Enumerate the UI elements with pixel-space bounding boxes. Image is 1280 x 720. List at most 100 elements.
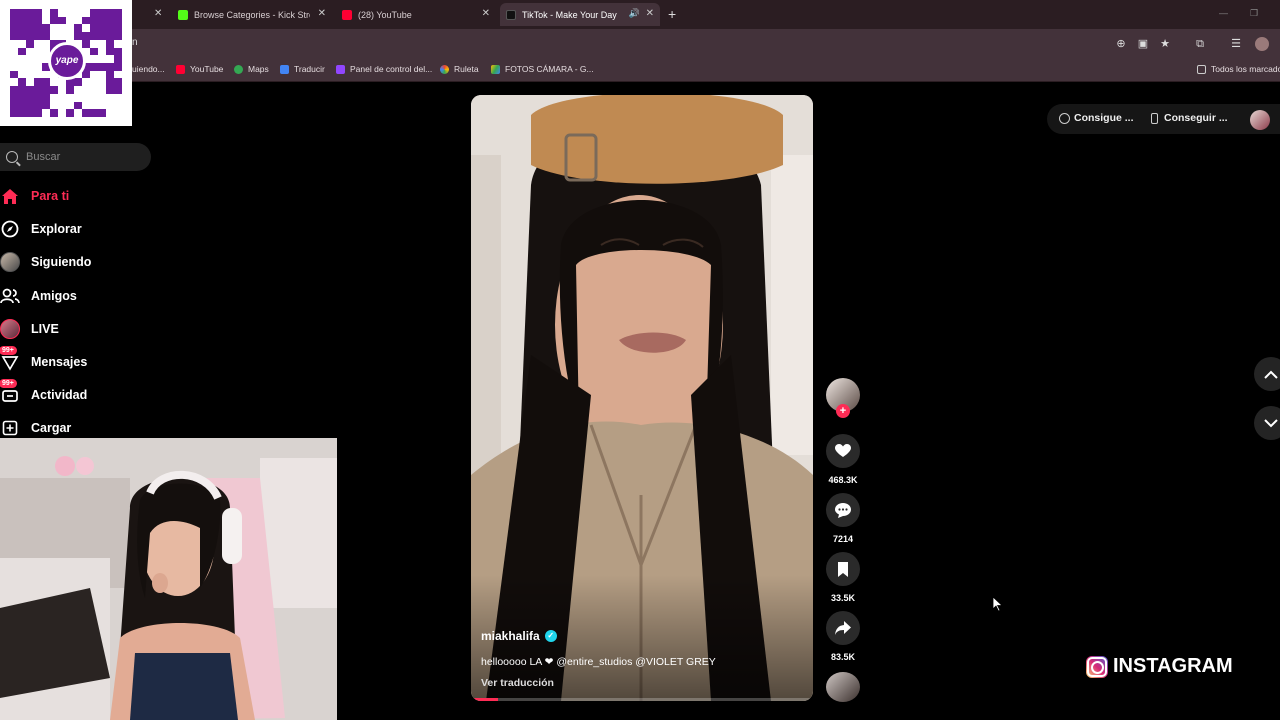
twitch-icon bbox=[336, 64, 345, 74]
qr-module bbox=[90, 86, 98, 94]
heart-icon[interactable] bbox=[826, 434, 860, 468]
tab-close-button[interactable]: ✕ bbox=[154, 8, 162, 19]
qr-module bbox=[106, 101, 114, 110]
search-input[interactable] bbox=[26, 151, 136, 163]
profile-icon[interactable] bbox=[1255, 37, 1269, 51]
qr-module bbox=[18, 16, 26, 25]
bookmark-label: Maps bbox=[248, 64, 269, 74]
qr-module bbox=[50, 109, 58, 117]
previous-video-button[interactable] bbox=[1254, 357, 1280, 391]
youtube-icon bbox=[176, 64, 185, 74]
qr-module bbox=[98, 101, 106, 110]
extensions-icon[interactable]: ⧉ bbox=[1193, 37, 1207, 51]
qr-module bbox=[82, 70, 90, 79]
next-creator-avatar[interactable] bbox=[826, 672, 860, 702]
qr-module bbox=[90, 32, 98, 40]
qr-module bbox=[50, 24, 58, 33]
tab-youtube[interactable]: (28) YouTube ✕ bbox=[336, 3, 496, 26]
sidebar-item-actividad[interactable]: 99+ Actividad bbox=[0, 379, 160, 408]
bookmark-icon[interactable] bbox=[826, 552, 860, 586]
yape-logo: yape bbox=[48, 42, 86, 80]
search-box[interactable] bbox=[0, 143, 151, 171]
qr-module bbox=[42, 109, 50, 117]
qr-module bbox=[18, 32, 26, 40]
qr-module bbox=[10, 32, 18, 40]
bookmark-item[interactable]: Ruleta bbox=[440, 64, 479, 74]
profile-avatar[interactable] bbox=[1250, 110, 1270, 130]
qr-module bbox=[106, 93, 114, 102]
qr-module bbox=[42, 9, 50, 17]
qr-module bbox=[98, 70, 106, 79]
qr-module bbox=[58, 109, 66, 117]
next-video-button[interactable] bbox=[1254, 406, 1280, 440]
qr-module bbox=[42, 101, 50, 110]
install-app-icon[interactable]: ▣ bbox=[1136, 37, 1150, 51]
qr-module bbox=[58, 32, 66, 40]
bookmark-item[interactable]: Traducir bbox=[280, 64, 325, 74]
sidebar-item-amigos[interactable]: Amigos bbox=[0, 283, 160, 309]
sidebar-item-para-ti[interactable]: Para ti bbox=[0, 183, 160, 209]
get-coins-button[interactable]: Consigue ... bbox=[1059, 112, 1134, 124]
tab-tiktok[interactable]: TikTok - Make Your Day 🔊 ✕ bbox=[500, 3, 660, 26]
tab-close-button[interactable]: ✕ bbox=[318, 8, 326, 19]
qr-module bbox=[34, 39, 42, 48]
comment-action[interactable]: 7214 bbox=[826, 493, 860, 544]
qr-module bbox=[106, 86, 114, 94]
sidebar-item-siguiendo[interactable]: Siguiendo bbox=[0, 249, 160, 275]
comment-icon[interactable] bbox=[826, 493, 860, 527]
qr-module bbox=[82, 39, 90, 48]
follow-button[interactable]: + bbox=[836, 404, 850, 418]
qr-module bbox=[26, 101, 34, 110]
qr-module bbox=[66, 93, 74, 102]
bookmark-item[interactable]: Maps bbox=[234, 64, 269, 74]
share-icon[interactable] bbox=[826, 611, 860, 645]
get-app-button[interactable]: Conseguir ... bbox=[1151, 112, 1228, 124]
video-username[interactable]: miakhalifa ✓ bbox=[481, 629, 557, 643]
tab-kick[interactable]: Browse Categories - Kick Streaming ✕ bbox=[172, 3, 332, 26]
qr-module bbox=[26, 55, 34, 63]
url-text[interactable]: n bbox=[132, 37, 138, 48]
video-progress-bar[interactable] bbox=[471, 698, 813, 701]
media-control-icon[interactable]: ☰ bbox=[1229, 37, 1243, 51]
qr-module bbox=[34, 63, 42, 71]
qr-module bbox=[50, 9, 58, 17]
qr-module bbox=[10, 101, 18, 110]
qr-module bbox=[90, 101, 98, 110]
translate-link[interactable]: Ver traducción bbox=[481, 677, 554, 689]
bookmark-item[interactable]: FOTOS CÁMARA - G... bbox=[491, 64, 594, 74]
top-right-actions: Consigue ... Conseguir ... bbox=[1047, 104, 1280, 134]
qr-module bbox=[66, 101, 74, 110]
qr-module bbox=[90, 9, 98, 17]
save-action[interactable]: 33.5K bbox=[826, 552, 860, 603]
minimize-button[interactable]: — bbox=[1219, 8, 1228, 18]
tab-audio-icon[interactable]: 🔊 bbox=[629, 8, 640, 19]
bookmark-item[interactable]: uiendo... bbox=[132, 64, 165, 74]
qr-module bbox=[42, 16, 50, 25]
qr-module bbox=[114, 86, 122, 94]
new-tab-button[interactable]: + bbox=[668, 6, 676, 22]
star-icon[interactable]: ★ bbox=[1158, 37, 1172, 51]
qr-module bbox=[114, 39, 122, 48]
qr-module bbox=[50, 16, 58, 25]
video-player[interactable]: miakhalifa ✓ hellooooo LA ❤ @entire_stud… bbox=[471, 95, 813, 701]
qr-module bbox=[98, 63, 106, 71]
tab-close-button[interactable]: ✕ bbox=[482, 8, 490, 19]
zoom-icon[interactable]: ⊕ bbox=[1114, 37, 1128, 51]
bookmark-item[interactable]: Panel de control del... bbox=[336, 64, 432, 74]
all-bookmarks[interactable]: Todos los marcadores bbox=[1197, 64, 1280, 74]
sidebar-item-explorar[interactable]: Explorar bbox=[0, 216, 160, 242]
restore-button[interactable]: ❐ bbox=[1250, 8, 1258, 19]
qr-module bbox=[98, 55, 106, 63]
sidebar-item-mensajes[interactable]: 99+ Mensajes bbox=[0, 346, 160, 375]
qr-module bbox=[106, 47, 114, 56]
qr-module bbox=[26, 32, 34, 40]
video-caption: hellooooo LA ❤ @entire_studios @VIOLET G… bbox=[481, 656, 716, 668]
tab-close-button[interactable]: ✕ bbox=[646, 8, 654, 19]
qr-module bbox=[114, 78, 122, 87]
bookmark-item[interactable]: YouTube bbox=[176, 64, 223, 74]
like-action[interactable]: 468.3K bbox=[826, 434, 860, 485]
coin-icon bbox=[1059, 112, 1070, 124]
sidebar-item-label: Siguiendo bbox=[31, 255, 92, 269]
share-action[interactable]: 83.5K bbox=[826, 611, 860, 662]
sidebar-item-live[interactable]: LIVE bbox=[0, 316, 160, 342]
